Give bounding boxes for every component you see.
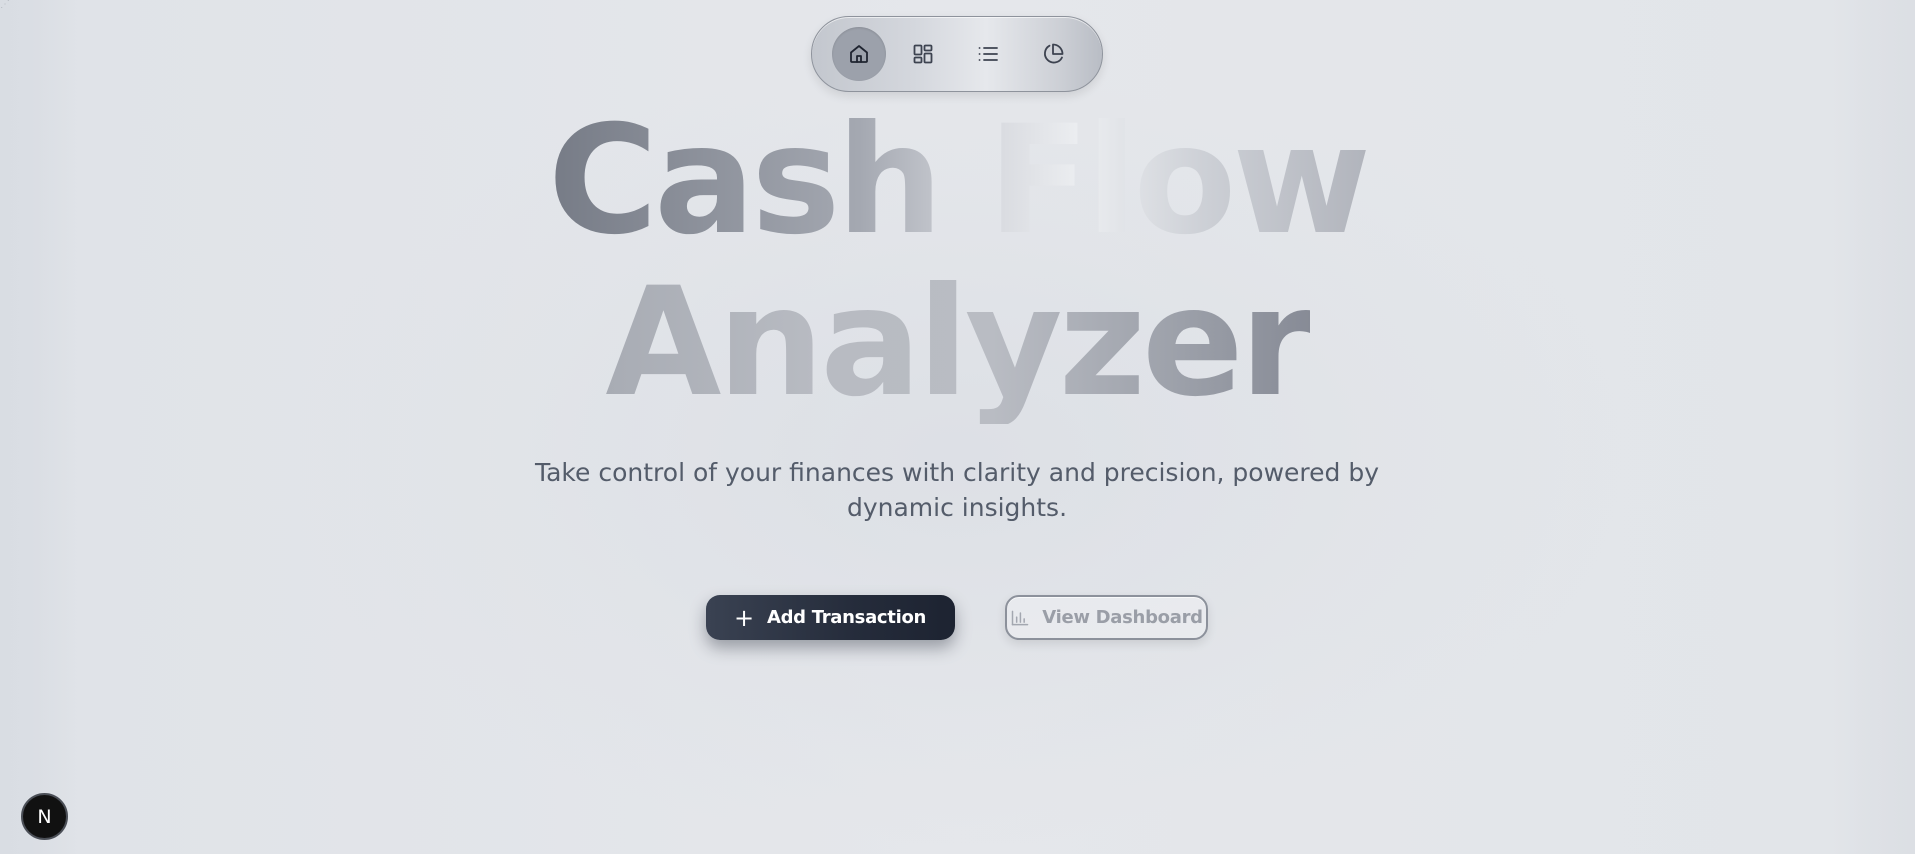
list-icon (978, 47, 998, 61)
add-transaction-button[interactable]: + Add Transaction (706, 595, 955, 640)
hero-title-line-2: Analyzer (605, 256, 1313, 430)
nav-home-button[interactable] (832, 27, 886, 81)
add-transaction-label: Add Transaction (766, 607, 927, 628)
hero-subtitle: Take control of your finances with clari… (534, 458, 1380, 522)
plus-icon: + (734, 603, 754, 632)
home-icon (850, 45, 868, 63)
grid-icon (913, 44, 933, 64)
top-nav (811, 16, 1103, 92)
dev-tools-badge[interactable]: N (21, 793, 68, 840)
nav-reports-button[interactable] (1026, 27, 1080, 81)
view-dashboard-label: View Dashboard (1042, 607, 1203, 628)
hero-title: Cash Flow Analyzer (0, 100, 1915, 424)
badge-letter: N (37, 805, 52, 828)
bar-chart-icon (1012, 610, 1029, 625)
view-dashboard-button[interactable]: View Dashboard (1005, 595, 1208, 640)
nav-dashboard-button[interactable] (896, 27, 950, 81)
nav-transactions-button[interactable] (961, 27, 1015, 81)
corner-indicator-icon: ⋰ (0, 0, 10, 10)
hero-title-line-1: Cash Flow (547, 94, 1371, 268)
pie-chart-icon (1044, 43, 1064, 64)
